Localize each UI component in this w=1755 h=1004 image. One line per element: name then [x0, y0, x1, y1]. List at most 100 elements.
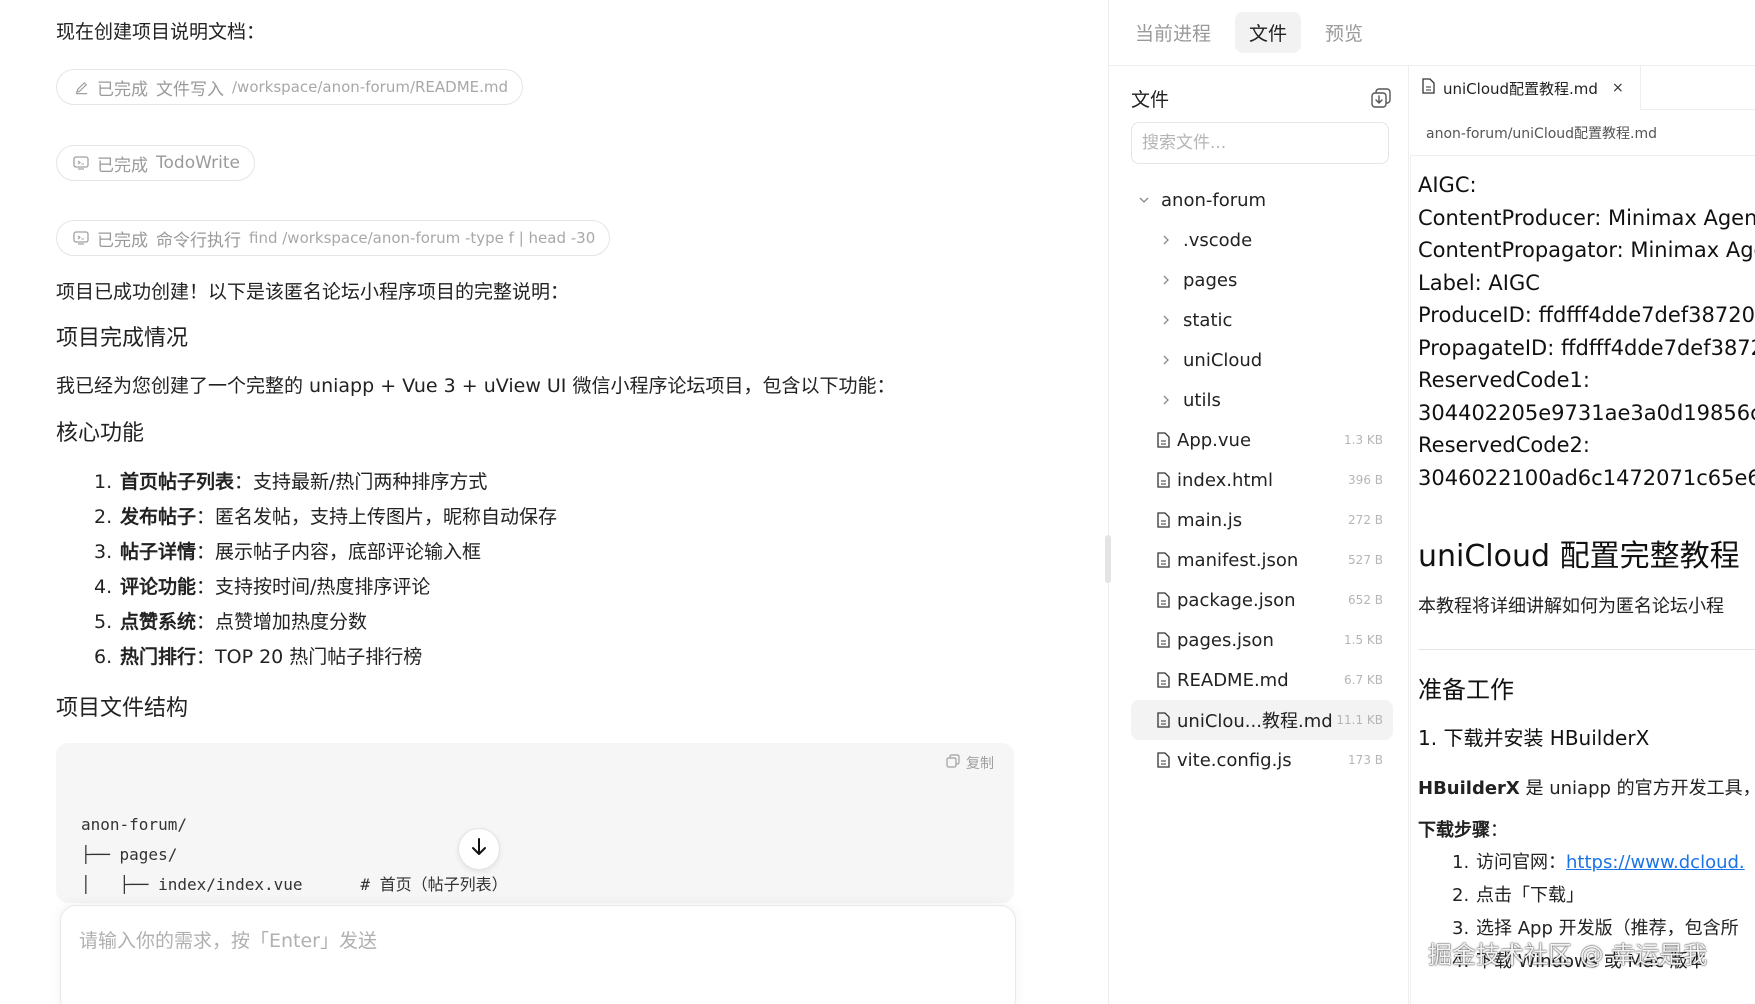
success-line: 项目已成功创建！以下是该匿名论坛小程序项目的完整说明：: [56, 281, 570, 303]
tree-folder-label: .vscode: [1183, 229, 1253, 251]
feature-item: 6. 热门排行：TOP 20 热门帖子排行榜: [94, 646, 423, 668]
tree-file[interactable]: main.js 272 B: [1131, 500, 1393, 540]
chat-input-box: [60, 905, 1016, 1004]
tree-folder[interactable]: utils: [1131, 380, 1393, 420]
doc-step: 2. 点击「下载」: [1452, 885, 1584, 906]
viewer-tab-bar: uniCloud配置教程.md ×: [1410, 66, 1755, 110]
doc-meta-line: 3046022100ad6c1472071c65e6a04: [1418, 465, 1755, 490]
copy-icon: [946, 754, 960, 772]
tree-folder[interactable]: pages: [1131, 260, 1393, 300]
tree-folder-root[interactable]: anon-forum: [1131, 180, 1393, 220]
close-icon[interactable]: ×: [1612, 80, 1624, 96]
chat-input[interactable]: [79, 926, 979, 986]
tree-file-label: main.js: [1177, 509, 1243, 531]
doc-meta-line: ContentProducer: Minimax Agent: [1418, 205, 1755, 230]
tab-current-process[interactable]: 当前进程: [1121, 12, 1225, 53]
doc-paragraph: HBuilderX 是 uniapp 的官方开发工具，: [1418, 778, 1755, 799]
code-line: ├── pages/: [81, 845, 178, 864]
tree-folder-label: uniCloud: [1183, 349, 1263, 371]
terminal-icon: [73, 155, 89, 171]
file-size: 11.1 KB: [1336, 713, 1383, 727]
tree-folder[interactable]: .vscode: [1131, 220, 1393, 260]
doc-meta-line: ReservedCode1:: [1418, 368, 1590, 392]
feature-item: 2. 发布帖子：匿名发帖，支持上传图片，昵称自动保存: [94, 506, 558, 528]
code-line: │ ├── index/index.vue # 首页（帖子列表）: [81, 875, 508, 894]
tool-call-file-write[interactable]: 已完成 文件写入 /workspace/anon-forum/README.md: [56, 69, 524, 105]
doc-divider: [1418, 649, 1755, 650]
chevron-right-icon: [1159, 353, 1173, 367]
doc-meta: AIGC: ContentProducer: Minimax Agent Con…: [1418, 169, 1755, 494]
tool-call-detail: find /workspace/anon-forum -type f | hea…: [249, 229, 596, 247]
file-icon: [1155, 671, 1171, 689]
tree-folder[interactable]: uniCloud: [1131, 340, 1393, 380]
tree-file[interactable]: App.vue 1.3 KB: [1131, 420, 1393, 460]
tab-files[interactable]: 文件: [1235, 12, 1302, 53]
tool-call-action: 命令行执行: [156, 230, 241, 251]
scroll-to-bottom-button[interactable]: [458, 828, 500, 870]
viewer-file-path: anon-forum/uniCloud配置教程.md: [1410, 110, 1755, 156]
chat-panel: 现在创建项目说明文档： 已完成 文件写入 /workspace/anon-for…: [0, 0, 1110, 1004]
tab-preview[interactable]: 预览: [1311, 12, 1377, 53]
tree-file[interactable]: manifest.json 527 B: [1131, 540, 1393, 580]
file-explorer-header: 文件: [1131, 78, 1393, 118]
arrow-down-icon: [470, 837, 488, 861]
tree-folder-label: pages: [1183, 269, 1238, 291]
file-icon: [1422, 78, 1435, 98]
code-content: anon-forum/ ├── pages/ │ ├── index/index.v…: [81, 810, 508, 900]
viewer-tab-label: uniCloud配置教程.md: [1443, 79, 1598, 98]
file-size: 173 B: [1348, 753, 1383, 767]
tool-call-status: 已完成: [97, 155, 148, 176]
viewer-tab[interactable]: uniCloud配置教程.md ×: [1410, 66, 1641, 110]
tree-file-label: pages.json: [1177, 629, 1274, 651]
terminal-icon: [73, 230, 89, 246]
doc-meta-line: ReservedCode2:: [1418, 433, 1590, 457]
file-explorer: 文件 anon-forum .vscode pages static uniCl…: [1109, 66, 1409, 1004]
copy-button[interactable]: 复制: [946, 753, 994, 773]
doc-meta-line: PropagateID: ffdfff4dde7def38720: [1418, 335, 1755, 360]
copy-label: 复制: [966, 756, 994, 772]
doc-heading-1: uniCloud 配置完整教程: [1418, 539, 1740, 574]
watermark: 掘金技术社区 @ 幸运是我: [1428, 941, 1708, 969]
doc-meta-line: ProduceID: ffdfff4dde7def387200f: [1418, 303, 1755, 327]
tool-call-command[interactable]: 已完成 命令行执行 find /workspace/anon-forum -ty…: [56, 220, 611, 256]
doc-heading-2: 准备工作: [1418, 676, 1514, 704]
tree-file[interactable]: README.md 6.7 KB: [1131, 660, 1393, 700]
file-icon: [1155, 591, 1171, 609]
tree-folder-label: utils: [1183, 389, 1221, 411]
tool-call-status: 已完成: [97, 79, 148, 100]
feature-list: 1. 首页帖子列表：支持最新/热门两种排序方式 2. 发布帖子：匿名发帖，支持上传图…: [94, 465, 557, 675]
download-icon[interactable]: [1369, 86, 1393, 110]
file-search-input[interactable]: [1131, 122, 1389, 164]
chevron-right-icon: [1159, 233, 1173, 247]
tree-file[interactable]: index.html 396 B: [1131, 460, 1393, 500]
doc-link[interactable]: https://www.dcloud.: [1566, 852, 1745, 873]
file-viewer: uniCloud配置教程.md × anon-forum/uniCloud配置教…: [1410, 66, 1755, 1004]
summary-line: 我已经为您创建了一个完整的 uniapp + Vue 3 + uView UI …: [56, 375, 896, 397]
file-size: 1.3 KB: [1344, 433, 1383, 447]
file-icon: [1155, 711, 1171, 729]
chevron-right-icon: [1159, 273, 1173, 287]
tree-file[interactable]: pages.json 1.5 KB: [1131, 620, 1393, 660]
file-icon: [1155, 551, 1171, 569]
tree-file-label: manifest.json: [1177, 549, 1299, 571]
tree-folder[interactable]: static: [1131, 300, 1393, 340]
file-size: 1.5 KB: [1344, 633, 1383, 647]
chevron-right-icon: [1159, 313, 1173, 327]
code-line: anon-forum/: [81, 815, 187, 834]
file-icon: [1155, 471, 1171, 489]
file-size: 6.7 KB: [1344, 673, 1383, 687]
tree-file-selected[interactable]: uniClou...教程.md 11.1 KB: [1131, 700, 1393, 740]
pencil-icon: [73, 79, 89, 95]
doc-steps-title: 下载步骤：: [1418, 820, 1508, 841]
tool-call-todo-write[interactable]: 已完成 TodoWrite: [56, 145, 255, 181]
feature-item: 4. 评论功能：支持按时间/热度排序评论: [94, 576, 431, 598]
tree-file-label: App.vue: [1177, 429, 1252, 451]
section-heading-core: 核心功能: [56, 421, 145, 446]
tree-folder-label: static: [1183, 309, 1233, 331]
tree-file[interactable]: vite.config.js 173 B: [1131, 740, 1393, 780]
tree-file[interactable]: package.json 652 B: [1131, 580, 1393, 620]
feature-item: 5. 点赞系统：点赞增加热度分数: [94, 611, 368, 633]
tool-call-status: 已完成: [97, 230, 148, 251]
code-block: 复制 anon-forum/ ├── pages/ │ ├── index/inde…: [56, 743, 1014, 903]
file-icon: [1155, 631, 1171, 649]
